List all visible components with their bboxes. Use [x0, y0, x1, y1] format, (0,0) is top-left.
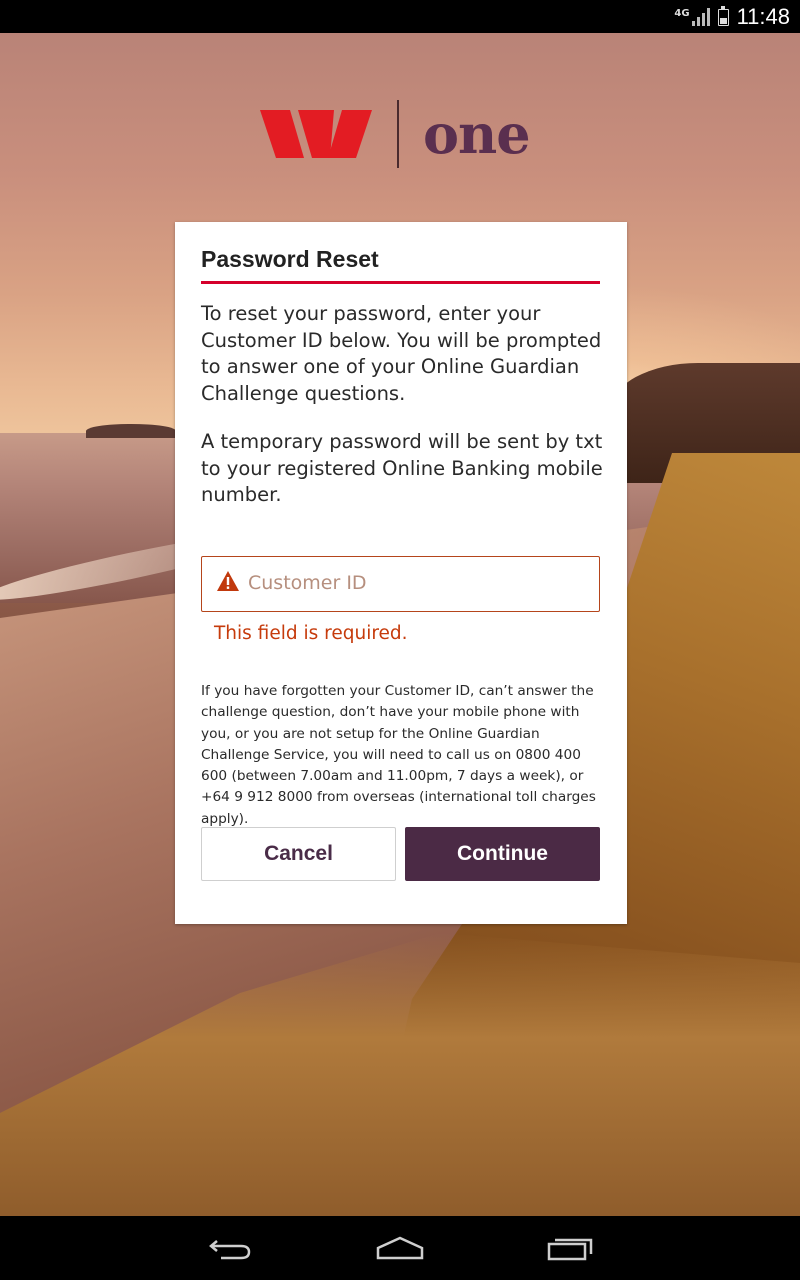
password-reset-card: Password Reset To reset your password, e… [175, 222, 627, 924]
logo-one-text: one [423, 102, 531, 166]
logo-divider [397, 100, 399, 168]
customer-id-error: This field is required. [214, 623, 408, 644]
status-bar: 4G 11:48 [0, 0, 800, 33]
battery-icon [717, 5, 729, 26]
help-text: If you have forgotten your Customer ID, … [201, 683, 596, 827]
title-underline [201, 281, 600, 284]
customer-id-input[interactable] [248, 565, 578, 601]
customer-id-field[interactable] [201, 556, 600, 612]
status-icons: 4G 11:48 [674, 4, 790, 30]
intro-text: To reset your password, enter your Custo… [201, 302, 602, 405]
home-button[interactable] [370, 1230, 430, 1266]
sms-note-text: A temporary password will be sent by txt… [201, 430, 603, 506]
westpac-w-icon [260, 110, 372, 158]
status-time: 11:48 [736, 4, 790, 29]
home-icon [376, 1236, 424, 1260]
recent-apps-button[interactable] [540, 1230, 600, 1266]
back-icon [209, 1240, 251, 1260]
continue-button[interactable]: Continue [405, 827, 600, 881]
back-button[interactable] [200, 1230, 260, 1266]
network-type-label: 4G [674, 7, 690, 19]
westpac-one-logo: one [260, 100, 550, 170]
warning-icon [217, 571, 239, 591]
signal-icon [691, 8, 710, 26]
navigation-bar [0, 1216, 800, 1280]
page-title: Password Reset [201, 246, 379, 272]
cancel-button[interactable]: Cancel [201, 827, 396, 881]
recent-apps-icon [547, 1238, 593, 1261]
